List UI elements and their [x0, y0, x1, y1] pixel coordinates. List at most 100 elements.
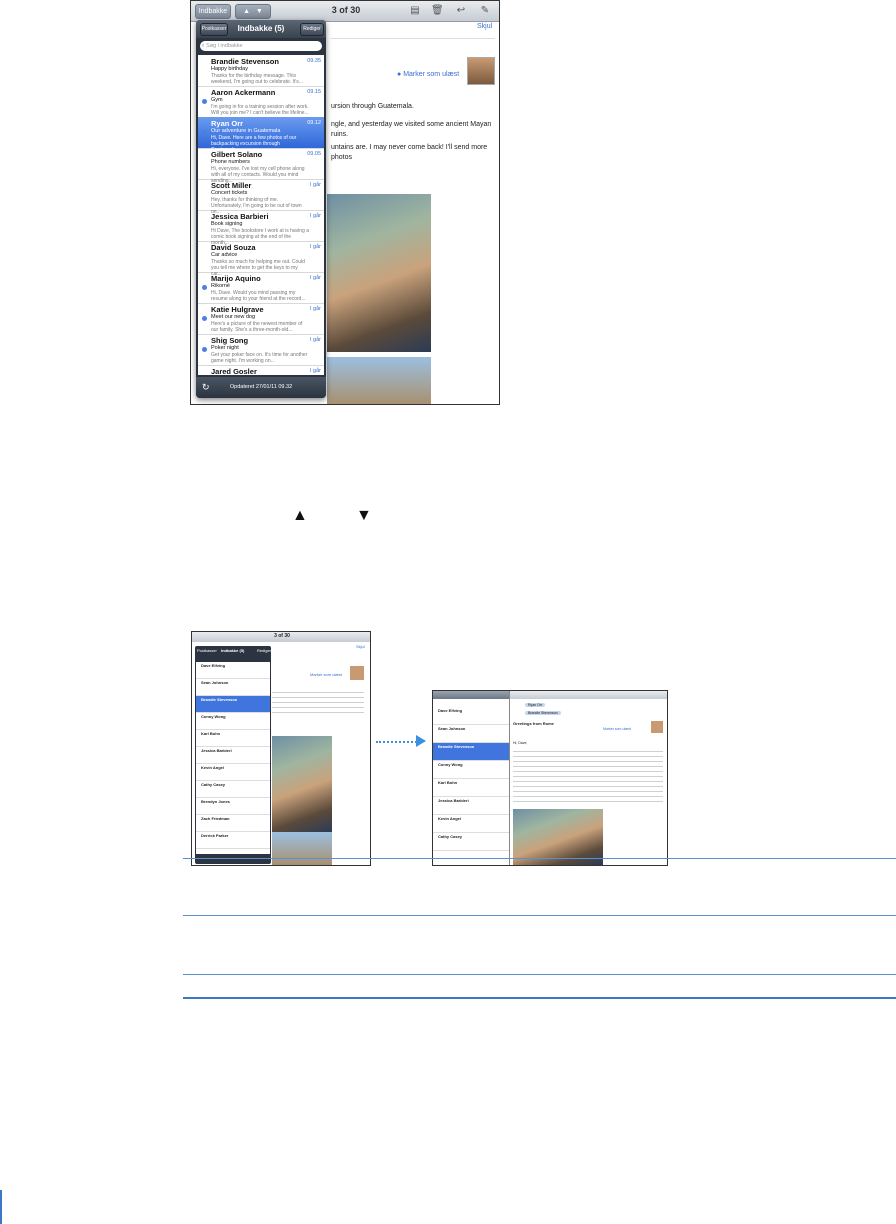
list-item[interactable]: Brandie Stevenson	[433, 743, 509, 761]
list-item[interactable]: Shig Song I går Poker night Get your poker …	[198, 334, 324, 366]
inbox-button[interactable]: Indbakke (5)	[195, 4, 231, 28]
list-item[interactable]: Conny Wong	[433, 761, 509, 779]
list-item[interactable]: Brandie Stevenson	[196, 696, 270, 713]
message-list: Dave Elfving Sean Johnson Brandie Stevenso…	[196, 662, 270, 854]
message-line-2: ngle, and yesterday we visited some anci…	[331, 121, 492, 138]
list-item[interactable]: Cathy Casey	[433, 833, 509, 851]
list-item[interactable]: Kevin Angel	[196, 764, 270, 781]
page-margin-bar	[0, 1190, 2, 1224]
sender-avatar	[467, 57, 495, 85]
toolbar: 3 of 30	[192, 632, 370, 642]
sender-name: David Souza	[211, 243, 256, 252]
list-item[interactable]: Jared Gosler I går	[198, 365, 324, 375]
attached-photo	[513, 809, 603, 865]
attached-photo-ruins	[327, 357, 431, 404]
to-chip[interactable]: Brandie Stevenson	[525, 711, 561, 715]
list-item[interactable]: Gilbert Solano 09.05 Phone numbers Hi, ever…	[198, 148, 324, 184]
trash-icon[interactable]: 🗑	[431, 5, 444, 17]
list-item[interactable]: Karl Bohn	[196, 730, 270, 747]
sender-name: Sean Johnson	[201, 680, 229, 685]
sender-name: Karl Bohn	[438, 780, 458, 785]
mark-unread-link[interactable]: ● Marker som ulæst	[397, 71, 459, 78]
message-time: I går	[309, 182, 321, 188]
list-item[interactable]: Ryan Orr 09.12 Our adventure in Guatemala H…	[198, 117, 324, 153]
list-item[interactable]: Dave Elfving	[196, 662, 270, 679]
folder-icon[interactable]: ▤	[409, 5, 421, 17]
hide-link[interactable]: Skjul	[477, 23, 492, 30]
list-item[interactable]: Scott Miller I går Concert tickets Hey, tha…	[198, 179, 324, 215]
sender-name: Cathy Casey	[438, 834, 463, 839]
inbox-popover: Postkasser Indbakke (5) Rediger Dave Elf…	[195, 646, 271, 864]
popover-title: Indbakke (5)	[237, 24, 285, 33]
list-item[interactable]: Derrick Parker	[196, 832, 270, 849]
unread-dot-icon	[202, 99, 207, 104]
mail-screenshot-landscape: Dave Elfving Sean Johnson Brandie Stevenso…	[432, 690, 668, 866]
hide-link[interactable]: Skjul	[356, 644, 365, 649]
list-item[interactable]: Jessica Barbieri	[196, 747, 270, 764]
message-text	[272, 688, 364, 714]
divider	[183, 915, 896, 916]
message-time: I går	[309, 244, 321, 250]
unread-dot-icon	[202, 130, 207, 135]
mailboxes-button[interactable]: Postkasser	[200, 23, 228, 36]
transition-dots	[376, 741, 420, 743]
list-item[interactable]: Dave Elfving	[433, 707, 509, 725]
message-subject: Phone numbers	[211, 159, 250, 165]
message-subject: Happy birthday	[211, 66, 248, 72]
edit-button[interactable]: Rediger	[300, 23, 324, 36]
message-time: I går	[309, 368, 321, 374]
message-list: Dave Elfving Sean Johnson Brandie Stevenso…	[433, 707, 509, 857]
prev-next-buttons[interactable]: ▲ ▼	[235, 4, 271, 19]
sender-name: Karl Bohn	[201, 731, 221, 736]
mailboxes-button[interactable]: Postkasser	[197, 648, 217, 653]
list-item[interactable]: Sean Johnson	[433, 725, 509, 743]
sender-name: Brandie Stevenson	[211, 57, 279, 66]
message-time: I går	[309, 213, 321, 219]
sender-name: Scott Miller	[211, 181, 252, 190]
edit-button[interactable]: Rediger	[257, 648, 271, 653]
sender-avatar	[651, 721, 663, 733]
message-time: 09.35	[307, 58, 321, 64]
message-subject: Poker night	[211, 345, 239, 351]
mail-screenshot-small-portrait: 3 of 30 Skjul Marker som ulæst Postkasse…	[191, 631, 371, 866]
message-time: 09.15	[307, 89, 321, 95]
sender-name: Aaron Ackermann	[211, 88, 276, 97]
message-time: I går	[309, 306, 321, 312]
mark-unread-link[interactable]: Marker som ulæst	[603, 727, 631, 731]
refresh-icon[interactable]: ↻	[202, 377, 210, 398]
sender-name: Sean Johnson	[438, 726, 466, 731]
sender-name: Brandie Stevenson	[201, 697, 238, 702]
list-item[interactable]: Conny Wong	[196, 713, 270, 730]
divider	[183, 858, 896, 859]
list-item[interactable]: Karl Bohn	[433, 779, 509, 797]
search-icon: ⌕	[201, 43, 205, 49]
divider	[183, 997, 896, 999]
list-item[interactable]: Kevin Angel	[433, 815, 509, 833]
sender-name: Jessica Barbieri	[201, 748, 232, 753]
list-item[interactable]: Brandie Stevenson 09.35 Happy birthday Than…	[198, 55, 324, 87]
greeting: Hi, Dave,	[513, 741, 528, 745]
sidebar-header	[433, 691, 509, 699]
reply-icon[interactable]: ↩	[455, 5, 467, 17]
sender-name: Gilbert Solano	[211, 150, 263, 159]
list-item[interactable]: Marijo Aquino I går Rikorné Hi, Dave. Would…	[198, 272, 324, 304]
message-counter: 3 of 30	[274, 633, 290, 639]
from-chip[interactable]: Ryan Orr	[525, 703, 546, 707]
list-item[interactable]: Zach Friedman	[196, 815, 270, 832]
list-item[interactable]: Aaron Ackermann 09.15 Gym I'm going in for …	[198, 86, 324, 118]
compose-icon[interactable]: ✎	[479, 5, 491, 17]
message-preview: Get your poker face on. It's time for an…	[211, 352, 308, 364]
list-item[interactable]: Sean Johnson	[196, 679, 270, 696]
mark-unread-link[interactable]: Marker som ulæst	[310, 672, 342, 677]
sender-name: Dave Elfving	[438, 708, 463, 713]
list-item[interactable]: Jessica Barbieri I går Book signing Hi Dave…	[198, 210, 324, 246]
sender-name: Cathy Casey	[201, 782, 226, 787]
list-item[interactable]: Katie Hulgrave I går Meet our new dog Here'…	[198, 303, 324, 335]
divider	[183, 974, 896, 975]
sidebar: Dave Elfving Sean Johnson Brandie Stevenso…	[433, 691, 510, 865]
list-item[interactable]: Jessica Barbieri	[433, 797, 509, 815]
list-item[interactable]: Brendyn Jones	[196, 798, 270, 815]
list-item[interactable]: David Souza I går Car advice Thanks so much…	[198, 241, 324, 277]
search-input[interactable]: ⌕ Søg i indbakke	[200, 41, 322, 51]
list-item[interactable]: Cathy Casey	[196, 781, 270, 798]
